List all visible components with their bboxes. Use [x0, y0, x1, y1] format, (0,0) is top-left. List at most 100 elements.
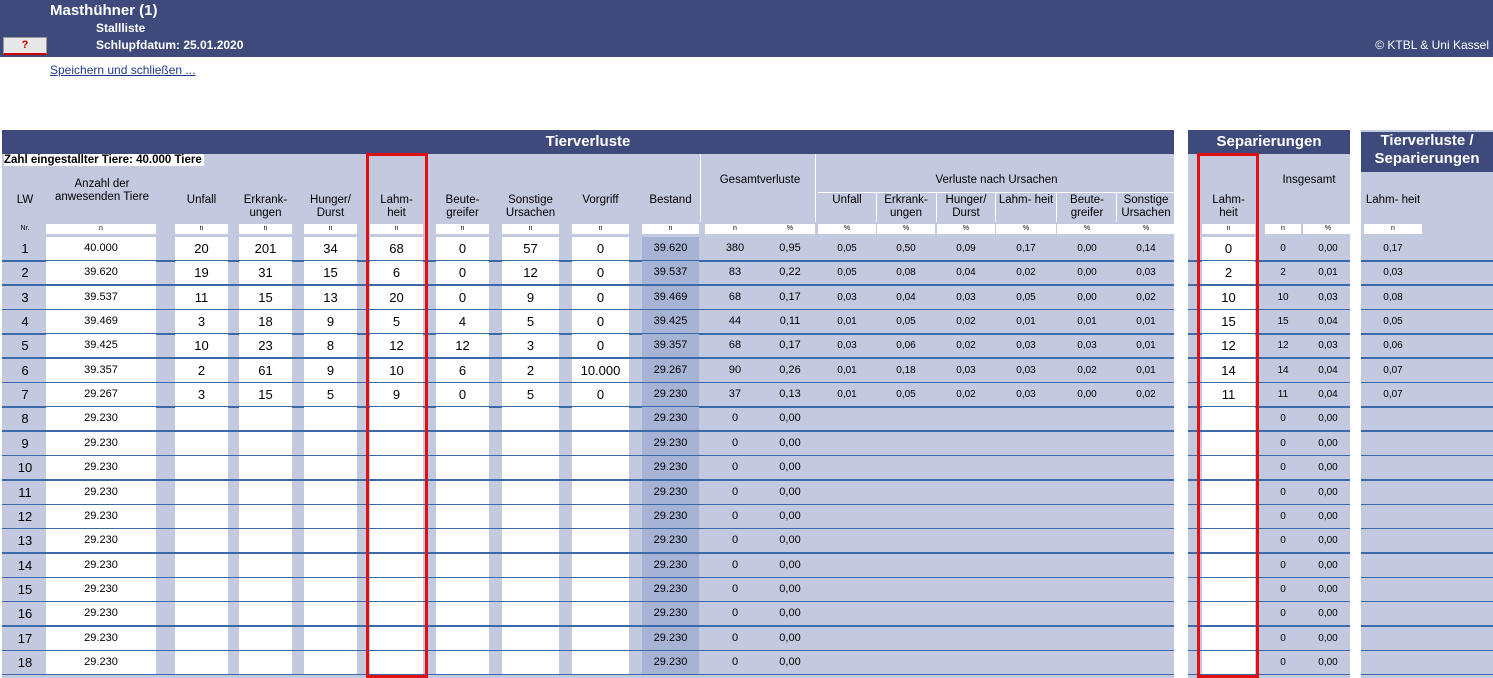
input-hunger[interactable] [304, 650, 357, 674]
input-beute[interactable] [436, 529, 489, 553]
input-erkr[interactable] [239, 456, 292, 480]
input-vorgriff[interactable] [572, 407, 629, 431]
input-hunger[interactable] [304, 626, 357, 650]
input-erkr[interactable] [239, 480, 292, 504]
input-vorgriff[interactable] [572, 553, 629, 577]
input-unfall[interactable] [175, 650, 228, 674]
input-hunger[interactable] [304, 602, 357, 626]
input-hunger[interactable]: 8 [304, 334, 357, 358]
input-hunger[interactable] [304, 577, 357, 601]
input-unfall[interactable]: 19 [175, 261, 228, 285]
input-hunger[interactable]: 5 [304, 383, 357, 407]
input-unfall[interactable] [175, 504, 228, 528]
input-vorgriff[interactable]: 0 [572, 285, 629, 309]
input-unfall[interactable] [175, 407, 228, 431]
input-erkr[interactable] [239, 407, 292, 431]
input-sonst[interactable] [502, 407, 559, 431]
input-erkr[interactable] [239, 650, 292, 674]
input-unfall[interactable] [175, 529, 228, 553]
input-unfall[interactable] [175, 577, 228, 601]
input-hunger[interactable] [304, 407, 357, 431]
input-vorgriff[interactable] [572, 431, 629, 455]
input-unfall[interactable]: 11 [175, 285, 228, 309]
input-beute[interactable] [436, 626, 489, 650]
input-erkr[interactable]: 31 [239, 261, 292, 285]
input-unfall[interactable]: 10 [175, 334, 228, 358]
input-vorgriff[interactable] [572, 480, 629, 504]
input-beute[interactable] [436, 504, 489, 528]
input-erkr[interactable] [239, 602, 292, 626]
input-sonst[interactable] [502, 480, 559, 504]
input-erkr[interactable] [239, 504, 292, 528]
input-unfall[interactable] [175, 602, 228, 626]
input-vorgriff[interactable] [572, 504, 629, 528]
input-erkr[interactable] [239, 553, 292, 577]
input-hunger[interactable] [304, 504, 357, 528]
input-vorgriff[interactable]: 0 [572, 261, 629, 285]
input-beute[interactable] [436, 650, 489, 674]
input-beute[interactable] [436, 407, 489, 431]
input-vorgriff[interactable]: 0 [572, 237, 629, 260]
input-sonst[interactable]: 5 [502, 383, 559, 407]
input-sonst[interactable] [502, 577, 559, 601]
input-unfall[interactable] [175, 431, 228, 455]
input-beute[interactable]: 12 [436, 334, 489, 358]
input-unfall[interactable]: 3 [175, 383, 228, 407]
input-erkr[interactable] [239, 577, 292, 601]
input-hunger[interactable]: 15 [304, 261, 357, 285]
input-unfall[interactable] [175, 553, 228, 577]
input-erkr[interactable] [239, 626, 292, 650]
input-sonst[interactable] [502, 504, 559, 528]
input-hunger[interactable]: 9 [304, 310, 357, 334]
input-erkr[interactable] [239, 529, 292, 553]
input-erkr[interactable]: 23 [239, 334, 292, 358]
input-beute[interactable]: 6 [436, 358, 489, 382]
input-unfall[interactable]: 20 [175, 237, 228, 260]
input-sonst[interactable] [502, 553, 559, 577]
input-hunger[interactable]: 13 [304, 285, 357, 309]
input-unfall[interactable] [175, 626, 228, 650]
input-erkr[interactable]: 15 [239, 383, 292, 407]
input-beute[interactable] [436, 456, 489, 480]
input-sonst[interactable] [502, 431, 559, 455]
input-sonst[interactable] [502, 602, 559, 626]
input-sonst[interactable] [502, 626, 559, 650]
input-sonst[interactable]: 9 [502, 285, 559, 309]
input-erkr[interactable] [239, 431, 292, 455]
input-vorgriff[interactable] [572, 529, 629, 553]
input-hunger[interactable]: 9 [304, 358, 357, 382]
input-hunger[interactable] [304, 553, 357, 577]
input-vorgriff[interactable] [572, 602, 629, 626]
input-unfall[interactable] [175, 480, 228, 504]
input-sonst[interactable]: 57 [502, 237, 559, 260]
input-hunger[interactable] [304, 480, 357, 504]
input-vorgriff[interactable]: 10.000 [572, 358, 629, 382]
input-sonst[interactable]: 3 [502, 334, 559, 358]
input-beute[interactable] [436, 553, 489, 577]
input-beute[interactable] [436, 577, 489, 601]
input-erkr[interactable]: 201 [239, 237, 292, 260]
input-sonst[interactable]: 2 [502, 358, 559, 382]
input-beute[interactable] [436, 602, 489, 626]
input-unfall[interactable]: 2 [175, 358, 228, 382]
input-vorgriff[interactable]: 0 [572, 310, 629, 334]
input-beute[interactable]: 0 [436, 237, 489, 260]
input-vorgriff[interactable] [572, 626, 629, 650]
input-vorgriff[interactable] [572, 456, 629, 480]
input-beute[interactable]: 4 [436, 310, 489, 334]
help-button[interactable]: ? [3, 37, 47, 55]
input-erkr[interactable]: 15 [239, 285, 292, 309]
input-hunger[interactable] [304, 529, 357, 553]
input-sonst[interactable]: 5 [502, 310, 559, 334]
input-vorgriff[interactable] [572, 577, 629, 601]
input-beute[interactable] [436, 431, 489, 455]
input-beute[interactable]: 0 [436, 285, 489, 309]
input-vorgriff[interactable] [572, 650, 629, 674]
input-hunger[interactable]: 34 [304, 237, 357, 260]
input-sonst[interactable] [502, 650, 559, 674]
input-sonst[interactable] [502, 456, 559, 480]
input-sonst[interactable]: 12 [502, 261, 559, 285]
input-sonst[interactable] [502, 529, 559, 553]
input-hunger[interactable] [304, 431, 357, 455]
input-vorgriff[interactable]: 0 [572, 383, 629, 407]
